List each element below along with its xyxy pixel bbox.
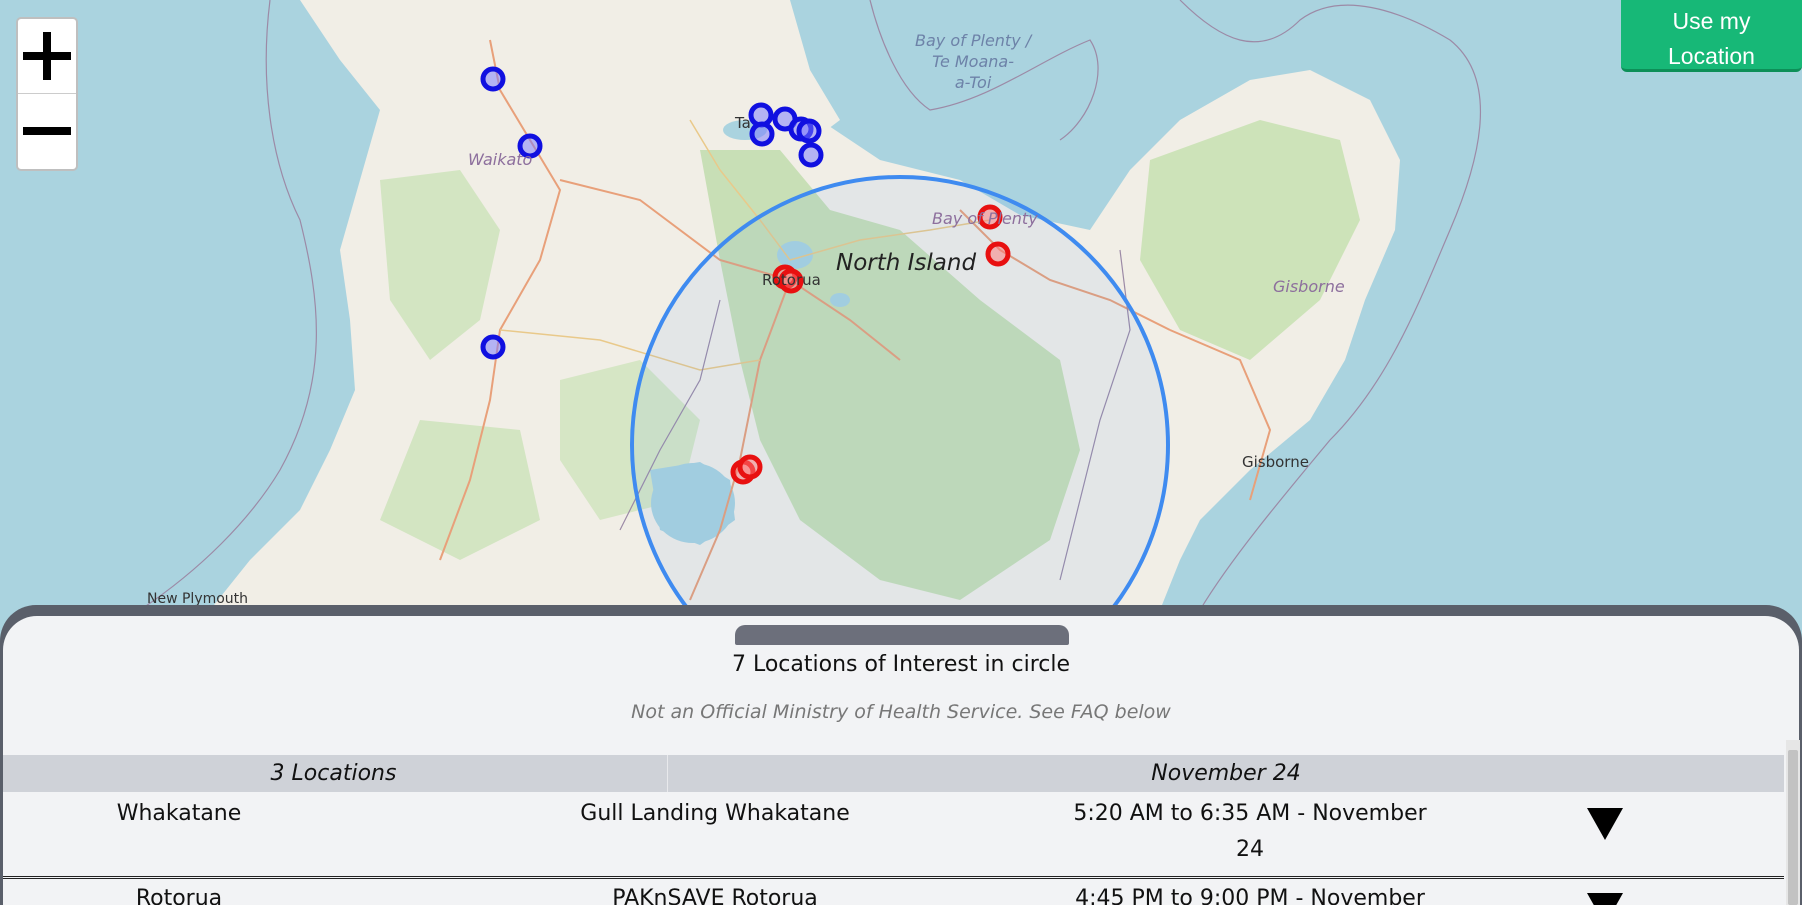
- bay-of-plenty-label: Bay of Plenty / Te Moana- a-Toi: [915, 30, 1031, 93]
- plus-icon: [23, 32, 71, 80]
- row-time: 4:45 PM to 9:00 PM - November: [1050, 881, 1450, 905]
- row-time: 5:20 AM to 6:35 AM - November 24: [1050, 796, 1450, 868]
- location-marker: [985, 241, 1011, 267]
- location-marker: [480, 334, 506, 360]
- row-place: Gull Landing Whakatane: [580, 801, 850, 826]
- location-marker: [480, 66, 506, 92]
- results-panel: 7 Locations of Interest in circle Not an…: [3, 616, 1799, 905]
- row-place: PAKnSAVE Rotorua: [612, 886, 818, 905]
- expand-row-button[interactable]: [1585, 891, 1625, 905]
- sheet-drag-handle[interactable]: [735, 625, 1069, 645]
- expand-row-button[interactable]: [1585, 806, 1625, 842]
- bay-label-line-3: a-Toi: [954, 73, 992, 92]
- group-date: November 24: [1151, 761, 1301, 786]
- group-count: 3 Locations: [3, 755, 668, 792]
- minus-icon: [23, 127, 71, 135]
- bay-of-plenty-region-label: Bay of Plenty: [932, 209, 1038, 228]
- row-time-line-1: 5:20 AM to 6:35 AM - November: [1073, 801, 1427, 826]
- rotorua-label: Rotorua: [762, 271, 821, 289]
- row-time-line-1: 4:45 PM to 9:00 PM - November: [1075, 886, 1425, 905]
- row-city: Rotorua: [135, 886, 223, 905]
- triangle-down-icon: [1587, 808, 1623, 840]
- location-marker: [749, 121, 775, 147]
- north-island-label: North Island: [836, 250, 977, 276]
- bay-label-line-2: Te Moana-: [932, 52, 1014, 71]
- row-time-line-2: 24: [1236, 837, 1264, 862]
- map-tiles: [0, 0, 1802, 610]
- results-scrollbar[interactable]: [1786, 740, 1800, 905]
- table-row[interactable]: Whakatane Gull Landing Whakatane 5:20 AM…: [3, 796, 1784, 879]
- results-title: 7 Locations of Interest in circle: [731, 652, 1071, 677]
- results-sheet: 7 Locations of Interest in circle Not an…: [0, 605, 1802, 905]
- locate-button-line-1: Use my: [1672, 8, 1751, 34]
- location-marker: [737, 454, 763, 480]
- waikato-label: Waikato: [468, 150, 533, 169]
- gisborne-region-label: Gisborne: [1273, 277, 1345, 296]
- locate-button-line-2: Location: [1668, 43, 1755, 69]
- scrollbar-thumb[interactable]: [1788, 750, 1798, 905]
- bay-label-line-1: Bay of Plenty /: [915, 31, 1032, 50]
- use-my-location-button[interactable]: Use my Location: [1621, 0, 1802, 72]
- disclaimer-text: Not an Official Ministry of Health Servi…: [631, 701, 1171, 723]
- zoom-out-button[interactable]: [18, 94, 76, 168]
- zoom-control: [16, 17, 78, 171]
- location-marker: [798, 142, 824, 168]
- group-header: 3 Locations November 24: [3, 755, 1784, 792]
- map-view[interactable]: Bay of Plenty / Te Moana- a-Toi Waikato …: [0, 0, 1802, 610]
- tauranga-label: Ta: [735, 114, 751, 132]
- triangle-down-icon: [1587, 893, 1623, 905]
- row-city: Whakatane: [116, 801, 242, 826]
- zoom-in-button[interactable]: [18, 19, 76, 94]
- location-marker: [796, 118, 822, 144]
- gisborne-city-label: Gisborne: [1242, 453, 1309, 471]
- table-row[interactable]: Rotorua PAKnSAVE Rotorua 4:45 PM to 9:00…: [3, 881, 1784, 905]
